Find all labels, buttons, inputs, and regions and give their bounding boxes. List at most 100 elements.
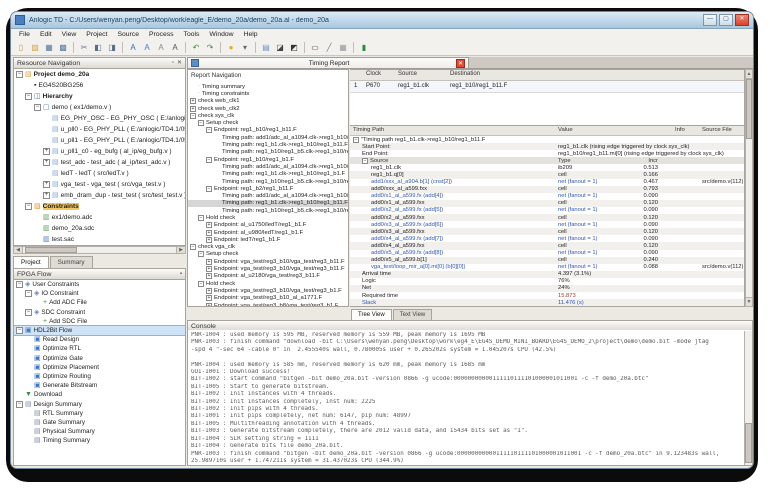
expander-icon[interactable]: +: [190, 98, 196, 104]
grid-view-icon[interactable]: ▦: [337, 42, 349, 54]
flow-item[interactable]: −◈User Constraints: [14, 280, 185, 289]
flow-item[interactable]: −◈IO Constraint: [14, 289, 185, 298]
expander-icon[interactable]: +: [206, 259, 212, 265]
flow-item[interactable]: −▣HDL2Bit Flow: [14, 326, 185, 335]
expander-icon[interactable]: +: [206, 230, 212, 236]
expander-icon[interactable]: +: [43, 181, 50, 188]
title-bar[interactable]: Anlogic TD - C:/Users/wenyan.peng/Deskto…: [11, 12, 753, 29]
expander-icon[interactable]: +: [206, 295, 212, 301]
save-file-icon[interactable]: ▦: [43, 42, 55, 54]
copy-icon[interactable]: ◧: [92, 42, 104, 54]
timing-path-row[interactable]: add0/x5_al_a599.fx (add[8])net (fanout =…: [350, 250, 744, 257]
report-nav-item[interactable]: +·Timing summary: [188, 83, 348, 90]
col-destination[interactable]: Destination: [450, 71, 480, 77]
project-tree-item[interactable]: −◫Hierarchy: [14, 91, 185, 102]
report-nav-item[interactable]: +Endpoint: vga_test/reg3_b10/vga_test/re…: [188, 265, 348, 272]
expander-icon[interactable]: −: [25, 93, 32, 100]
timing-path-row[interactable]: Start Point:reg1_b1.clk (rising edge tri…: [350, 143, 744, 150]
expander-icon[interactable]: −: [16, 281, 23, 288]
device-icon[interactable]: ▮: [358, 42, 370, 54]
expander-icon[interactable]: −: [16, 327, 23, 334]
zoom-in-icon[interactable]: A: [141, 42, 153, 54]
synthesize-icon[interactable]: ◪: [274, 42, 286, 54]
report-nav-item[interactable]: +Timing path: add1/adc_al_a1094.clk->reg…: [188, 163, 348, 170]
expander-icon[interactable]: +: [206, 237, 212, 243]
project-tree-item[interactable]: +▤vga_test - vga_test ( src/vga_test.v ): [14, 179, 185, 190]
report-nav-item[interactable]: +Timing path: reg1_b1.clk->reg1_b10/reg1…: [188, 171, 348, 178]
undo-icon[interactable]: ↶: [190, 42, 202, 54]
report-nav-item[interactable]: −check sys_clk: [188, 112, 348, 119]
expander-icon[interactable]: +: [206, 288, 212, 294]
col-source[interactable]: Source: [398, 71, 417, 77]
project-tree-item[interactable]: +▤test_adc - test_adc ( al_ip/test_adc.v…: [14, 157, 185, 168]
place-route-icon[interactable]: ◩: [288, 42, 300, 54]
new-file-icon[interactable]: ▯: [15, 42, 27, 54]
run-options-dropdown-icon[interactable]: ▾: [239, 42, 251, 54]
zoom-fit-icon[interactable]: A: [127, 42, 139, 54]
console-vscroll-thumb[interactable]: [745, 423, 752, 463]
flow-item[interactable]: +▤Timing Summary: [14, 436, 185, 445]
close-panel-icon[interactable]: ✕: [177, 58, 182, 68]
flow-item[interactable]: −▤Design Summary: [14, 399, 185, 408]
timing-path-row[interactable]: add0/x4_al_a599.fxxcell0.120: [350, 242, 744, 249]
flow-item[interactable]: +▣Optimize Gate: [14, 354, 185, 363]
path-summary-row[interactable]: 1 P670 reg1_b1.clk reg1_b10/reg1_b11.F: [350, 81, 744, 93]
menu-process[interactable]: Process: [144, 31, 179, 38]
project-tree-item[interactable]: +▥ex1/demo.adc: [14, 212, 185, 223]
menu-tools[interactable]: Tools: [179, 31, 205, 38]
expander-icon[interactable]: +: [43, 159, 50, 166]
report-nav-item[interactable]: +Endpoint: vga_test/reg3_b10_al_a1771.F: [188, 295, 348, 302]
font-icon[interactable]: A: [169, 42, 181, 54]
expander-icon[interactable]: −: [362, 158, 368, 164]
menu-window[interactable]: Window: [204, 31, 238, 38]
menu-view[interactable]: View: [57, 31, 82, 38]
zoom-out-icon[interactable]: A: [155, 42, 167, 54]
report-nav-item[interactable]: +check web_clk1: [188, 98, 348, 105]
expander-icon[interactable]: −: [206, 186, 212, 192]
flow-item[interactable]: +▣Optimize Routing: [14, 372, 185, 381]
flow-item[interactable]: +▣Optimize Placement: [14, 363, 185, 372]
expander-icon[interactable]: −: [198, 251, 204, 257]
expander-icon[interactable]: −: [25, 309, 32, 316]
expander-icon[interactable]: −: [16, 71, 23, 78]
timing-path-row[interactable]: add0/x1_al_a599.fx (add[4])net (fanout =…: [350, 193, 744, 200]
read-design-icon[interactable]: ▤: [260, 42, 272, 54]
expander-icon[interactable]: +: [43, 192, 50, 199]
timing-path-row[interactable]: −"Timing path reg1_b1.clk->reg1_b10/reg1…: [350, 136, 744, 143]
timing-path-row[interactable]: Arrival time4.397 (3.1%): [350, 271, 744, 278]
pin-icon[interactable]: ▪: [180, 269, 182, 279]
expander-icon[interactable]: −: [206, 127, 212, 133]
timing-path-row[interactable]: add0/x5_al_a599.b[1]cell0.240: [350, 257, 744, 264]
menu-source[interactable]: Source: [112, 31, 144, 38]
menu-file[interactable]: File: [14, 31, 35, 38]
minimize-button[interactable]: —: [703, 14, 717, 26]
expander-icon[interactable]: +: [206, 222, 212, 228]
save-all-icon[interactable]: ▩: [57, 42, 69, 54]
project-tree-item[interactable]: −▨Project demo_20a: [14, 69, 185, 80]
project-tree-item[interactable]: +▤u_pll1 - EG_PHY_PLL ( E:/anlogic/TD4.1…: [14, 135, 185, 146]
expander-icon[interactable]: −: [353, 137, 359, 143]
col-source-file[interactable]: Source File: [702, 127, 732, 133]
console-output[interactable]: PNR-1004 : used memory is 595 MB, reserv…: [187, 330, 753, 466]
report-nav-item[interactable]: +Timing path: add1/adc_al_a1094.clk->reg…: [188, 192, 348, 199]
flow-item[interactable]: +▣Read Design: [14, 335, 185, 344]
col-value[interactable]: Value: [558, 127, 573, 133]
col-clock[interactable]: Clock: [366, 71, 381, 77]
report-nav-item[interactable]: −Setup check: [188, 251, 348, 258]
col-info[interactable]: Info: [675, 127, 685, 133]
scroll-down-icon[interactable]: ▼: [746, 297, 752, 306]
timing-path-row[interactable]: −SourceTypeIncr: [350, 157, 744, 164]
expander-icon[interactable]: +: [43, 148, 50, 155]
menu-edit[interactable]: Edit: [35, 31, 57, 38]
project-tree-item[interactable]: +▥test.sac: [14, 234, 185, 245]
report-nav-item[interactable]: +Timing path: reg1_b10/reg1_b5.clk->reg1…: [188, 178, 348, 185]
timing-path-row[interactable]: End Point:reg1_b10/reg1_b11.mi[0] (risin…: [350, 150, 744, 157]
tab-summary[interactable]: Summary: [50, 256, 93, 268]
vscroll-thumb[interactable]: [746, 79, 752, 139]
timing-path-row[interactable]: Slack11.476 (s): [350, 299, 744, 306]
report-nav-item[interactable]: −Hold check: [188, 214, 348, 221]
flow-item[interactable]: +▤Physical Summary: [14, 427, 185, 436]
flow-item[interactable]: +▤Gate Summary: [14, 418, 185, 427]
project-tree-item[interactable]: +▪EG4S20BG256: [14, 80, 185, 91]
report-nav-item[interactable]: −Endpoint: reg1_b10/reg1_b1.F: [188, 156, 348, 163]
